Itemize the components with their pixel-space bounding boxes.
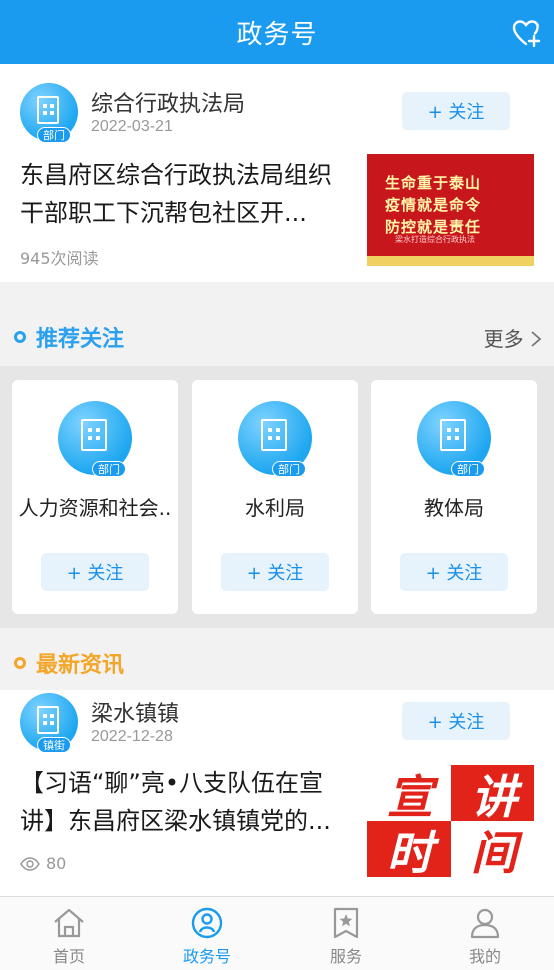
publish-date: 2022-12-28 [91,728,173,745]
tab-service[interactable]: 服务 [277,897,415,970]
publish-date: 2022-03-21 [91,118,173,135]
org-type-tag: 镇街 [37,737,71,753]
avatar[interactable]: 部门 [238,401,312,477]
news-article-card[interactable]: 镇街 梁水镇镇 2022-12-28 + 关注 【习语“聊”亮•八支队伍在宣讲】… [0,690,554,896]
follow-button[interactable]: + 关注 [402,92,510,130]
article-thumbnail[interactable]: 宣 讲 时 间 [367,765,534,877]
section-title: 最新资讯 [36,653,125,678]
thumbnail-char: 时 [387,826,433,877]
avatar[interactable]: 部门 [417,401,491,477]
thumbnail-band [367,256,534,266]
building-icon [37,706,59,734]
follow-button[interactable]: + 关注 [221,553,329,591]
article-title[interactable]: 东昌府区综合行政执法局组织干部职工下沉帮包社区开... [20,156,355,232]
org-name[interactable]: 综合行政执法局 [91,86,245,118]
tab-gov-account[interactable]: 政务号 [138,897,276,970]
read-count: 945次阅读 [20,249,99,268]
thumbnail-caption: 梁水打造综合行政执法 [395,235,475,244]
follow-button[interactable]: + 关注 [41,553,149,591]
follow-button[interactable]: + 关注 [402,702,510,740]
avatar[interactable]: 部门 [58,401,132,477]
section-dot-icon [14,331,26,343]
building-icon [37,96,59,124]
section-title: 推荐关注 [36,327,125,352]
org-type-tag: 部门 [451,461,485,477]
profile-icon [470,908,500,939]
chevron-right-icon [531,330,542,347]
tab-profile[interactable]: 我的 [416,897,554,970]
eye-icon [20,856,40,871]
service-star-icon [333,907,359,939]
thumbnail-line: 疫情就是命令 [385,196,482,214]
thumbnail-char: 间 [471,826,517,877]
section-dot-icon [14,657,26,669]
avatar[interactable]: 部门 [20,83,78,143]
tab-label: 我的 [468,947,501,966]
thumbnail-line: 生命重于泰山 [385,174,482,192]
recommend-name[interactable]: 水利局 [192,492,358,521]
follow-button[interactable]: + 关注 [400,553,508,591]
recommend-section-header: 推荐关注 更多 [0,308,554,366]
tab-label: 政务号 [182,947,231,966]
page-title: 政务号 [236,19,318,50]
more-label: 更多 [483,326,524,351]
article-title[interactable]: 【习语“聊”亮•八支队伍在宣讲】东昌府区梁水镇镇党的... [20,764,355,840]
article-thumbnail[interactable]: 生命重于泰山 疫情就是命令 防控就是责任 梁水打造综合行政执法 [367,154,534,266]
org-type-tag: 部门 [92,461,126,477]
recommend-card[interactable]: 部门 教体局 + 关注 [371,380,537,614]
gov-account-icon [191,907,223,939]
view-count-value: 80 [46,854,67,873]
building-icon [261,419,287,451]
recommend-card[interactable]: 部门 水利局 + 关注 [192,380,358,614]
news-section-header: 最新资讯 [0,634,554,692]
tab-home[interactable]: 首页 [0,897,138,970]
avatar[interactable]: 镇街 [20,693,78,753]
view-count: 80 [20,854,66,873]
org-type-tag: 部门 [37,127,71,143]
building-icon [81,419,107,451]
more-link[interactable]: 更多 [484,323,542,352]
recommend-list: 部门 人力资源和社会.. + 关注 部门 水利局 + 关注 部门 教体局 + 关… [0,366,554,628]
top-article-card[interactable]: 部门 综合行政执法局 2022-03-21 + 关注 东昌府区综合行政执法局组织… [0,64,554,282]
heart-plus-icon[interactable] [510,16,544,50]
org-name[interactable]: 梁水镇镇 [91,696,179,728]
tab-label: 首页 [52,947,85,966]
recommend-name[interactable]: 人力资源和社会.. [12,492,178,521]
recommend-name[interactable]: 教体局 [371,492,537,521]
home-icon [54,908,84,938]
tab-label: 服务 [329,947,362,966]
recommend-card[interactable]: 部门 人力资源和社会.. + 关注 [12,380,178,614]
org-type-tag: 部门 [272,461,306,477]
building-icon [440,419,466,451]
app-header: 政务号 [0,0,554,64]
bottom-tab-bar: 首页 政务号 服务 我的 [0,896,554,970]
